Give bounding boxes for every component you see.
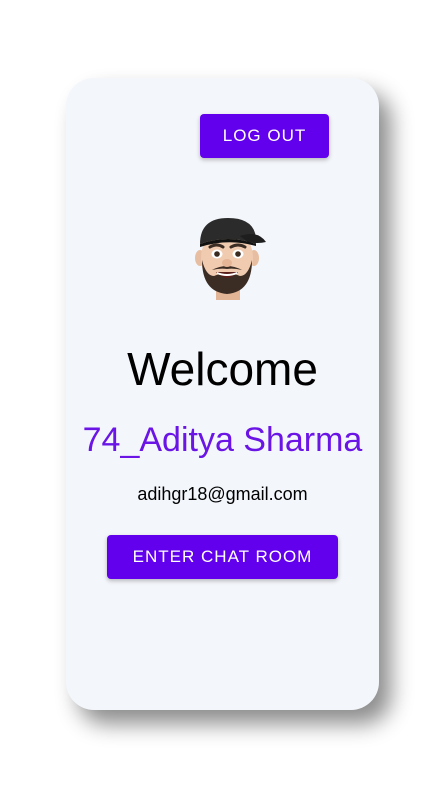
profile-card: LOG OUT Welcome 74_Aditya Sharma adihgr1… [66, 78, 379, 710]
user-display-name: 74_Aditya Sharma [82, 421, 363, 459]
welcome-heading: Welcome [127, 343, 318, 395]
memoji-avatar-icon [195, 218, 266, 300]
enter-chat-room-button[interactable]: ENTER CHAT ROOM [107, 535, 338, 579]
user-email: adihgr18@gmail.com [137, 484, 308, 504]
logout-button[interactable]: LOG OUT [200, 114, 329, 158]
